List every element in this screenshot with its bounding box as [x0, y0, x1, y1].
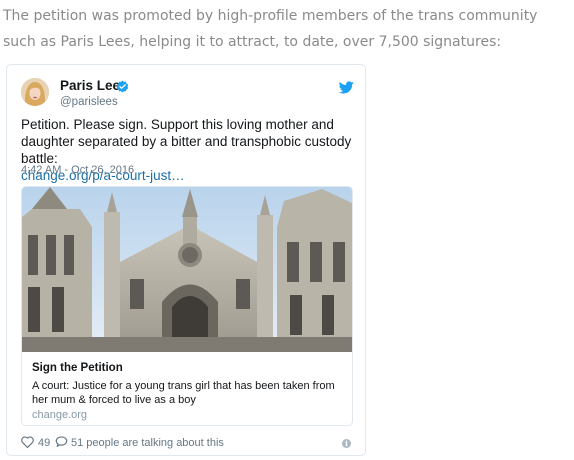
card-description: A court: Justice for a young trans girl …: [32, 380, 335, 406]
author-handle[interactable]: @parislees: [60, 96, 118, 108]
tweet-timestamp[interactable]: 4:42 AM - Oct 26, 2016: [21, 164, 134, 176]
talking-about-link[interactable]: 51 people are talking about this: [71, 437, 224, 449]
heart-icon[interactable]: [21, 436, 34, 448]
tweet-body: Petition. Please sign. Support this lovi…: [21, 117, 352, 166]
link-preview-card[interactable]: Sign the Petition A court: Justice for a…: [21, 186, 353, 426]
twitter-bird-icon[interactable]: [339, 81, 354, 94]
royal-courts-of-justice-building-image: [22, 187, 352, 352]
card-title[interactable]: Sign the Petition: [32, 362, 123, 374]
likes-count[interactable]: 49: [38, 437, 50, 449]
article-paragraph: The petition was promoted by high-profil…: [3, 8, 538, 50]
avatar[interactable]: [21, 78, 49, 106]
card-domain: change.org: [32, 409, 88, 421]
embedded-tweet[interactable]: Paris Lees @parislees Petition. Please s…: [6, 64, 366, 456]
reply-bubble-icon[interactable]: [55, 436, 68, 448]
info-icon[interactable]: i: [342, 439, 351, 448]
verified-badge-icon: [116, 80, 129, 93]
